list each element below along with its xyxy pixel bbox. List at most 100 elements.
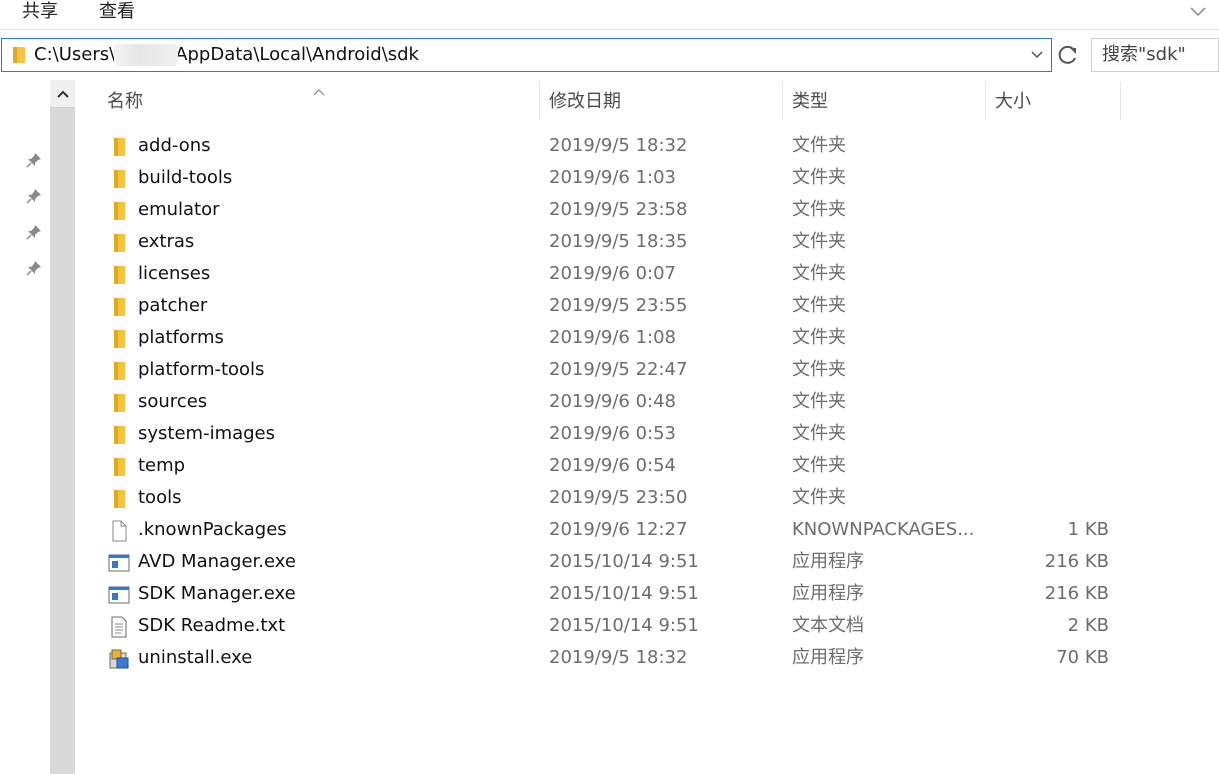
file-name: uninstall.exe (138, 647, 253, 668)
file-row[interactable]: platform-tools 2019/9/5 22:47 文件夹 (100, 354, 1120, 386)
file-row[interactable]: .knownPackages 2019/9/6 12:27 KNOWNPACKAGE… (100, 514, 1120, 546)
column-divider[interactable] (985, 82, 986, 120)
file-name: build-tools (138, 167, 233, 188)
file-row[interactable]: SDK Manager.exe 2015/10/14 9:51 应用程序 216 KB (100, 578, 1120, 610)
file-name: AVD Manager.exe (138, 551, 296, 572)
file-type: 文件夹 (792, 423, 846, 444)
folder-icon (108, 360, 130, 382)
file-row[interactable]: patcher 2019/9/5 23:55 文件夹 (100, 290, 1120, 322)
address-bar[interactable]: C:\Users\ AppData\Local\Android\sdk (1, 38, 1052, 72)
file-row[interactable]: licenses 2019/9/6 0:07 文件夹 (100, 258, 1120, 290)
ribbon-bar: 共享 查看 (0, 0, 1219, 30)
path-prefix: C:\Users\ (34, 44, 116, 65)
file-date: 2019/9/6 1:08 (549, 327, 676, 348)
search-input[interactable]: 搜索"sdk" (1091, 38, 1219, 72)
refresh-button[interactable] (1054, 39, 1082, 71)
file-type: 文本文档 (792, 615, 864, 636)
file-type: 应用程序 (792, 551, 864, 572)
folder-icon (108, 296, 130, 318)
file-date: 2015/10/14 9:51 (549, 583, 699, 604)
path-suffix: AppData\Local\Android\sdk (175, 44, 419, 65)
file-name: add-ons (138, 135, 211, 156)
folder-icon (108, 232, 130, 254)
tab-share[interactable]: 共享 (22, 0, 58, 26)
file-name: SDK Readme.txt (138, 615, 286, 636)
file-name: licenses (138, 263, 211, 284)
file-date: 2019/9/5 23:58 (549, 199, 688, 220)
file-date: 2019/9/6 12:27 (549, 519, 688, 540)
text-file-icon (108, 616, 130, 638)
app-window-icon (108, 552, 130, 574)
file-type: 文件夹 (792, 359, 846, 380)
file-size: 216 KB (1044, 583, 1109, 604)
scroll-up-button[interactable] (50, 80, 75, 108)
file-date: 2019/9/6 0:53 (549, 423, 676, 444)
file-row[interactable]: SDK Readme.txt 2015/10/14 9:51 文本文档 2 KB (100, 610, 1120, 642)
column-header-date[interactable]: 修改日期 (549, 88, 621, 120)
file-size: 70 KB (1056, 647, 1109, 668)
file-date: 2019/9/5 22:47 (549, 359, 688, 380)
pin-icon[interactable] (26, 188, 42, 204)
chevron-up-icon (57, 90, 69, 98)
file-date: 2019/9/6 0:07 (549, 263, 676, 284)
file-size: 1 KB (1067, 519, 1109, 540)
column-header-size[interactable]: 大小 (995, 88, 1031, 120)
file-row[interactable]: system-images 2019/9/6 0:53 文件夹 (100, 418, 1120, 450)
folder-icon (108, 328, 130, 350)
navigation-pane (0, 80, 50, 774)
installer-icon (108, 648, 130, 670)
chevron-down-icon[interactable] (1029, 47, 1045, 68)
tab-view[interactable]: 查看 (99, 0, 135, 26)
address-path[interactable]: C:\Users\ AppData\Local\Android\sdk (34, 43, 419, 67)
folder-icon (108, 168, 130, 190)
column-divider[interactable] (782, 82, 783, 120)
folder-icon (108, 392, 130, 414)
file-row[interactable]: temp 2019/9/6 0:54 文件夹 (100, 450, 1120, 482)
folder-icon (108, 424, 130, 446)
file-row[interactable]: add-ons 2019/9/5 18:32 文件夹 (100, 130, 1120, 162)
file-row[interactable]: emulator 2019/9/5 23:58 文件夹 (100, 194, 1120, 226)
file-row[interactable]: sources 2019/9/6 0:48 文件夹 (100, 386, 1120, 418)
file-row[interactable]: uninstall.exe 2019/9/5 18:32 应用程序 70 KB (100, 642, 1120, 674)
file-size: 216 KB (1044, 551, 1109, 572)
file-size: 2 KB (1067, 615, 1109, 636)
pin-icon[interactable] (26, 152, 42, 168)
file-row[interactable]: build-tools 2019/9/6 1:03 文件夹 (100, 162, 1120, 194)
pin-icon[interactable] (26, 260, 42, 276)
file-name: emulator (138, 199, 220, 220)
file-name: platform-tools (138, 359, 265, 380)
file-row[interactable]: AVD Manager.exe 2015/10/14 9:51 应用程序 216 KB (100, 546, 1120, 578)
file-type: 文件夹 (792, 135, 846, 156)
pin-icon[interactable] (26, 224, 42, 240)
file-type: 文件夹 (792, 199, 846, 220)
expand-ribbon-chevron-icon[interactable] (1185, 0, 1211, 24)
sort-ascending-icon (312, 80, 326, 101)
file-type: 文件夹 (792, 295, 846, 316)
file-date: 2019/9/5 18:32 (549, 135, 688, 156)
column-header-name[interactable]: 名称 (107, 88, 143, 120)
file-type: 文件夹 (792, 391, 846, 412)
folder-icon (108, 264, 130, 286)
file-name: sources (138, 391, 208, 412)
file-date: 2019/9/6 1:03 (549, 167, 676, 188)
file-date: 2015/10/14 9:51 (549, 551, 699, 572)
file-name: extras (138, 231, 195, 252)
column-divider[interactable] (1120, 82, 1121, 120)
file-row[interactable]: extras 2019/9/5 18:35 文件夹 (100, 226, 1120, 258)
column-divider[interactable] (539, 82, 540, 120)
nav-scrollbar[interactable] (50, 80, 75, 774)
file-type: 文件夹 (792, 487, 846, 508)
file-name: system-images (138, 423, 276, 444)
column-header-type[interactable]: 类型 (792, 88, 828, 120)
folder-icon (108, 200, 130, 222)
file-date: 2019/9/5 23:50 (549, 487, 688, 508)
file-type: 文件夹 (792, 263, 846, 284)
file-row[interactable]: tools 2019/9/5 23:50 文件夹 (100, 482, 1120, 514)
file-type: 应用程序 (792, 647, 864, 668)
file-date: 2019/9/5 18:32 (549, 647, 688, 668)
file-date: 2019/9/6 0:54 (549, 455, 676, 476)
folder-icon (108, 488, 130, 510)
file-row[interactable]: platforms 2019/9/6 1:08 文件夹 (100, 322, 1120, 354)
file-type: 文件夹 (792, 455, 846, 476)
refresh-icon (1058, 45, 1076, 64)
